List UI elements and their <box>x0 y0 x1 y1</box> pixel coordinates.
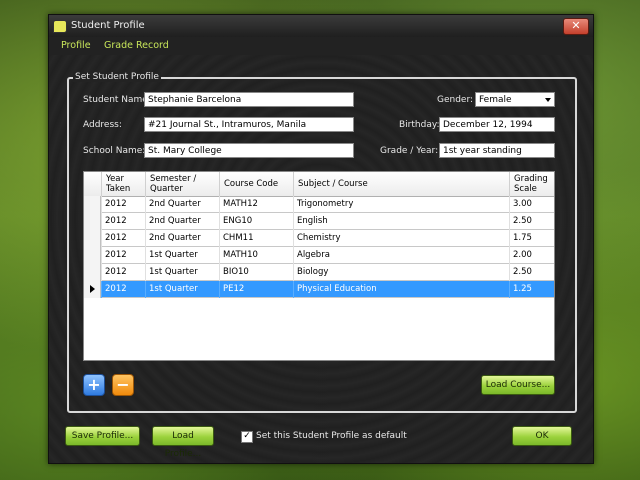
address-field[interactable]: #21 Journal St., Intramuros, Manila <box>144 117 354 132</box>
birthday-field[interactable]: December 12, 1994 <box>439 117 555 132</box>
remove-row-button[interactable]: − <box>112 374 134 396</box>
default-profile-label: Set this Student Profile as default <box>256 431 407 441</box>
gender-select[interactable]: Female <box>475 92 555 107</box>
column-header-year-taken[interactable]: Year Taken <box>101 172 145 196</box>
student-name-field[interactable]: Stephanie Barcelona <box>144 92 354 107</box>
cell-semester: 2nd Quarter <box>145 230 219 247</box>
row-header[interactable] <box>84 264 101 281</box>
cell-grade: 2.00 <box>509 247 554 264</box>
default-profile-checkbox[interactable]: ✓ <box>241 431 253 443</box>
menu-item-profile[interactable]: Profile <box>61 40 91 51</box>
row-header[interactable] <box>84 230 101 247</box>
table-row[interactable]: 2012 2nd Quarter CHM11 Chemistry 1.75 <box>84 230 554 247</box>
cell-subject: English <box>293 213 509 230</box>
school-name-field[interactable]: St. Mary College <box>144 143 354 158</box>
cell-year: 2012 <box>101 213 145 230</box>
cell-year: 2012 <box>101 247 145 264</box>
window-title: Student Profile <box>71 20 145 31</box>
cell-subject: Physical Education <box>293 281 509 298</box>
address-label: Address: <box>83 120 122 130</box>
cell-semester: 2nd Quarter <box>145 196 219 213</box>
grade-year-label: Grade / Year: <box>380 146 439 156</box>
cell-course-code: MATH10 <box>219 247 293 264</box>
close-button[interactable]: ✕ <box>563 18 589 35</box>
cell-grade: 1.75 <box>509 230 554 247</box>
cell-year: 2012 <box>101 281 145 298</box>
grid-corner <box>84 172 101 196</box>
cell-semester: 1st Quarter <box>145 264 219 281</box>
cell-course-code: ENG10 <box>219 213 293 230</box>
app-icon <box>53 20 67 33</box>
add-row-button[interactable]: + <box>83 374 105 396</box>
plus-icon: + <box>87 375 101 394</box>
grid-header-row: Year Taken Semester / Quarter Course Cod… <box>84 172 554 197</box>
row-header[interactable] <box>84 213 101 230</box>
cell-course-code: MATH12 <box>219 196 293 213</box>
table-row[interactable]: 2012 2nd Quarter MATH12 Trigonometry 3.0… <box>84 196 554 213</box>
column-header-course-code[interactable]: Course Code <box>219 172 293 196</box>
ok-button[interactable]: OK <box>512 426 572 446</box>
cell-semester: 2nd Quarter <box>145 213 219 230</box>
title-bar[interactable]: Student Profile ✕ <box>49 15 593 37</box>
chevron-down-icon <box>545 98 551 102</box>
minus-icon: − <box>116 375 130 394</box>
table-row[interactable]: 2012 1st Quarter MATH10 Algebra 2.00 <box>84 247 554 264</box>
cell-grade: 3.00 <box>509 196 554 213</box>
cell-year: 2012 <box>101 264 145 281</box>
cell-grade: 1.25 <box>509 281 554 298</box>
cell-course-code: BIO10 <box>219 264 293 281</box>
cell-subject: Chemistry <box>293 230 509 247</box>
student-profile-group: Set Student Profile Student Name: Stepha… <box>67 72 577 413</box>
table-row[interactable]: 2012 2nd Quarter ENG10 English 2.50 <box>84 213 554 230</box>
student-profile-window: Student Profile ✕ Profile Grade Record S… <box>48 14 594 464</box>
cell-semester: 1st Quarter <box>145 281 219 298</box>
row-header[interactable] <box>84 196 101 213</box>
cell-subject: Algebra <box>293 247 509 264</box>
column-header-semester[interactable]: Semester / Quarter <box>145 172 219 196</box>
grade-year-field[interactable]: 1st year standing <box>439 143 555 158</box>
menu-item-grade-record[interactable]: Grade Record <box>104 40 169 51</box>
column-header-subject[interactable]: Subject / Course <box>293 172 509 196</box>
table-row-selected[interactable]: 2012 1st Quarter PE12 Physical Education… <box>84 281 554 298</box>
cell-course-code: CHM11 <box>219 230 293 247</box>
gender-select-value: Female <box>479 95 512 105</box>
cell-grade: 2.50 <box>509 213 554 230</box>
table-row[interactable]: 2012 1st Quarter BIO10 Biology 2.50 <box>84 264 554 281</box>
cell-subject: Biology <box>293 264 509 281</box>
load-profile-button[interactable]: Load Profile... <box>152 426 214 459</box>
main-content: Set Student Profile Student Name: Stepha… <box>49 55 593 463</box>
group-legend: Set Student Profile <box>73 72 161 82</box>
gender-label: Gender: <box>437 95 474 105</box>
cell-subject: Trigonometry <box>293 196 509 213</box>
row-header[interactable] <box>84 247 101 264</box>
birthday-label: Birthday: <box>399 120 440 130</box>
cell-semester: 1st Quarter <box>145 247 219 264</box>
cell-grade: 2.50 <box>509 264 554 281</box>
row-pointer-icon <box>90 285 95 293</box>
cell-course-code: PE12 <box>219 281 293 298</box>
school-name-label: School Name: <box>83 146 146 156</box>
grade-grid[interactable]: Year Taken Semester / Quarter Course Cod… <box>83 171 555 361</box>
menu-bar: Profile Grade Record <box>49 37 593 55</box>
student-name-label: Student Name: <box>83 95 151 105</box>
save-profile-button[interactable]: Save Profile... <box>65 426 140 446</box>
cell-year: 2012 <box>101 196 145 213</box>
load-course-button[interactable]: Load Course... <box>481 375 555 395</box>
column-header-grading-scale[interactable]: Grading Scale <box>509 172 554 196</box>
row-header[interactable] <box>84 281 101 298</box>
cell-year: 2012 <box>101 230 145 247</box>
